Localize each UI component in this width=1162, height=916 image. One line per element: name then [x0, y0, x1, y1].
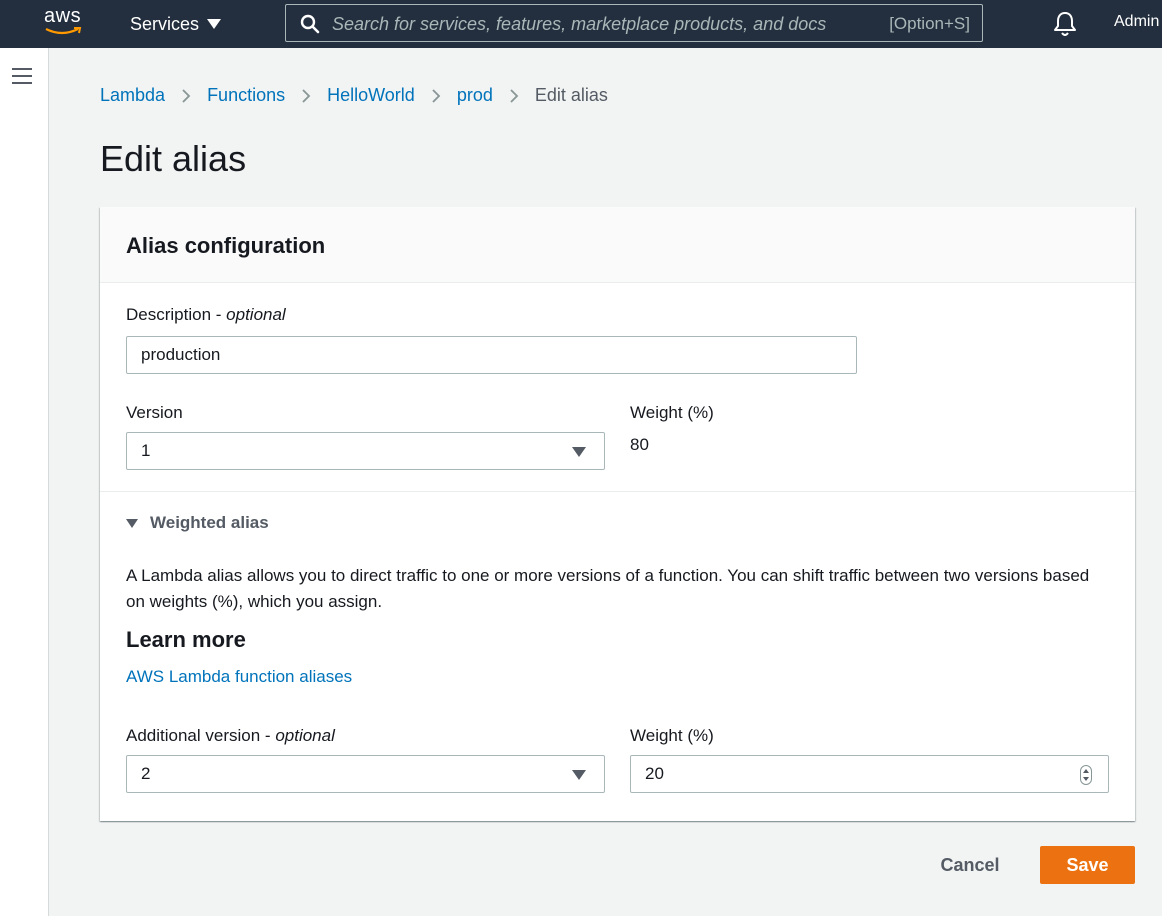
account-menu[interactable]: Admin — [1114, 13, 1159, 31]
panel-title: Alias configuration — [126, 233, 326, 258]
search-shortcut-hint: [Option+S] — [889, 14, 970, 33]
alias-configuration-panel: Alias configuration Description - option… — [100, 207, 1135, 821]
aws-logo-text: aws — [44, 5, 82, 27]
description-input[interactable]: production — [126, 336, 857, 374]
learn-more-heading: Learn more — [126, 627, 246, 652]
section-divider — [100, 491, 1135, 492]
page-title: Edit alias — [100, 138, 247, 179]
breadcrumb-current: Edit alias — [534, 85, 608, 105]
additional-version-select[interactable]: 2 — [126, 755, 605, 793]
weighted-alias-description: A Lambda alias allows you to direct traf… — [126, 566, 1090, 611]
panel-header: Alias configuration — [100, 207, 1135, 283]
description-optional-text: optional — [226, 305, 286, 324]
chevron-right-icon — [509, 88, 519, 104]
search-placeholder: Search for services, features, marketpla… — [332, 14, 827, 34]
cancel-button[interactable]: Cancel — [920, 846, 1020, 884]
save-button[interactable]: Save — [1040, 846, 1135, 884]
top-navigation-bar: aws Services Search for services, featur… — [0, 0, 1162, 48]
version-select-value: 1 — [141, 441, 151, 460]
breadcrumb-functions-link[interactable]: Functions — [207, 85, 285, 106]
services-menu-button[interactable]: Services — [130, 12, 222, 36]
chevron-right-icon — [301, 88, 311, 104]
additional-version-label-text: Additional version — [126, 726, 261, 745]
chevron-right-icon — [181, 88, 191, 104]
caret-down-icon — [126, 518, 138, 528]
breadcrumb-prod-link[interactable]: prod — [457, 85, 493, 106]
additional-weight-value: 20 — [645, 764, 664, 783]
additional-weight-label: Weight (%) — [630, 726, 714, 745]
dropdown-caret-icon — [572, 770, 586, 780]
services-label: Services — [130, 13, 200, 34]
additional-version-label: Additional version - optional — [126, 726, 335, 745]
breadcrumb-lambda-link[interactable]: Lambda — [100, 85, 165, 106]
number-spinner-icon[interactable] — [1080, 765, 1092, 785]
aws-smile-icon — [45, 27, 82, 35]
weight-value: 80 — [630, 435, 649, 454]
search-icon — [300, 14, 320, 34]
search-input[interactable]: Search for services, features, marketpla… — [285, 4, 983, 42]
additional-version-optional-text: optional — [275, 726, 335, 745]
side-navigation-rail — [0, 48, 49, 916]
additional-weight-input[interactable]: 20 — [630, 755, 1109, 793]
description-label: Description - optional — [126, 305, 286, 324]
chevron-right-icon — [431, 88, 441, 104]
notifications-bell-icon[interactable] — [1052, 10, 1078, 38]
version-label: Version — [126, 403, 183, 422]
weighted-alias-label: Weighted alias — [150, 513, 269, 532]
weighted-alias-toggle[interactable]: Weighted alias — [126, 513, 269, 533]
breadcrumb: Lambda Functions HelloWorld prod Edit al… — [100, 85, 608, 106]
weight-label: Weight (%) — [630, 403, 714, 422]
aws-logo[interactable]: aws — [40, 6, 90, 42]
dropdown-caret-icon — [572, 447, 586, 457]
additional-version-select-value: 2 — [141, 764, 151, 783]
hamburger-menu-icon[interactable] — [12, 68, 32, 89]
breadcrumb-helloworld-link[interactable]: HelloWorld — [327, 85, 415, 106]
caret-down-icon — [207, 19, 222, 29]
description-label-text: Description — [126, 305, 212, 324]
lambda-aliases-doc-link[interactable]: AWS Lambda function aliases — [126, 667, 352, 687]
version-select[interactable]: 1 — [126, 432, 605, 470]
